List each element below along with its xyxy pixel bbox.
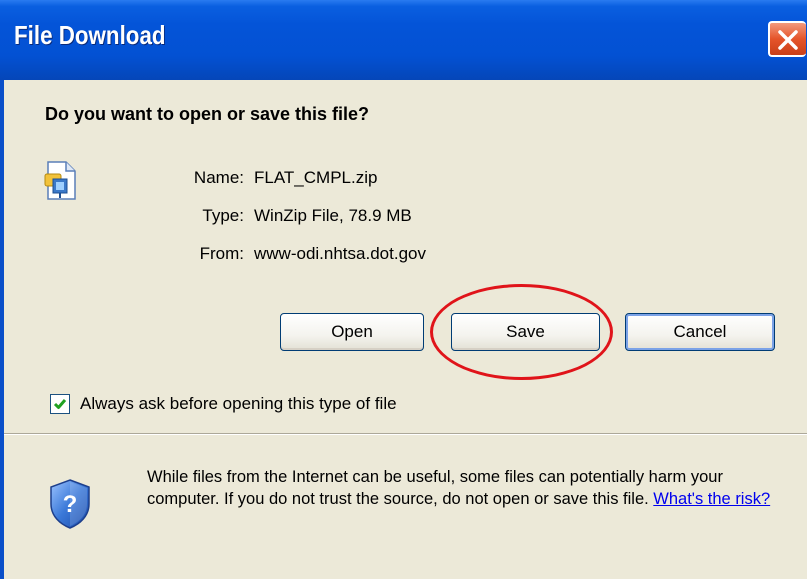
close-button[interactable] bbox=[768, 21, 806, 57]
svg-text:?: ? bbox=[63, 491, 78, 518]
save-button[interactable]: Save bbox=[451, 313, 600, 351]
type-label: Type: bbox=[202, 206, 244, 225]
save-button-label: Save bbox=[506, 322, 545, 341]
close-icon bbox=[778, 30, 798, 50]
shield-question-icon: ? bbox=[50, 479, 90, 529]
security-warning: While files from the Internet can be use… bbox=[147, 466, 787, 510]
open-button-label: Open bbox=[331, 322, 373, 341]
from-label: From: bbox=[199, 244, 244, 263]
name-value: FLAT_CMPL.zip bbox=[254, 168, 378, 187]
name-label: Name: bbox=[193, 168, 244, 187]
zip-file-icon bbox=[44, 161, 76, 200]
divider bbox=[4, 433, 807, 435]
always-ask-checkbox[interactable] bbox=[50, 394, 70, 414]
always-ask-label[interactable]: Always ask before opening this type of f… bbox=[80, 394, 397, 414]
cancel-button[interactable]: Cancel bbox=[625, 313, 775, 351]
whats-the-risk-link[interactable]: What's the risk? bbox=[653, 490, 770, 508]
checkmark-icon bbox=[53, 399, 67, 409]
warning-text: While files from the Internet can be use… bbox=[147, 468, 723, 508]
window-title: File Download bbox=[14, 20, 166, 50]
type-value: WinZip File, 78.9 MB bbox=[254, 206, 412, 225]
cancel-button-label: Cancel bbox=[673, 322, 727, 341]
dialog-question: Do you want to open or save this file? bbox=[45, 104, 370, 124]
title-bar[interactable]: File Download bbox=[0, 0, 807, 80]
from-value: www-odi.nhtsa.dot.gov bbox=[254, 244, 426, 263]
open-button[interactable]: Open bbox=[280, 313, 424, 351]
